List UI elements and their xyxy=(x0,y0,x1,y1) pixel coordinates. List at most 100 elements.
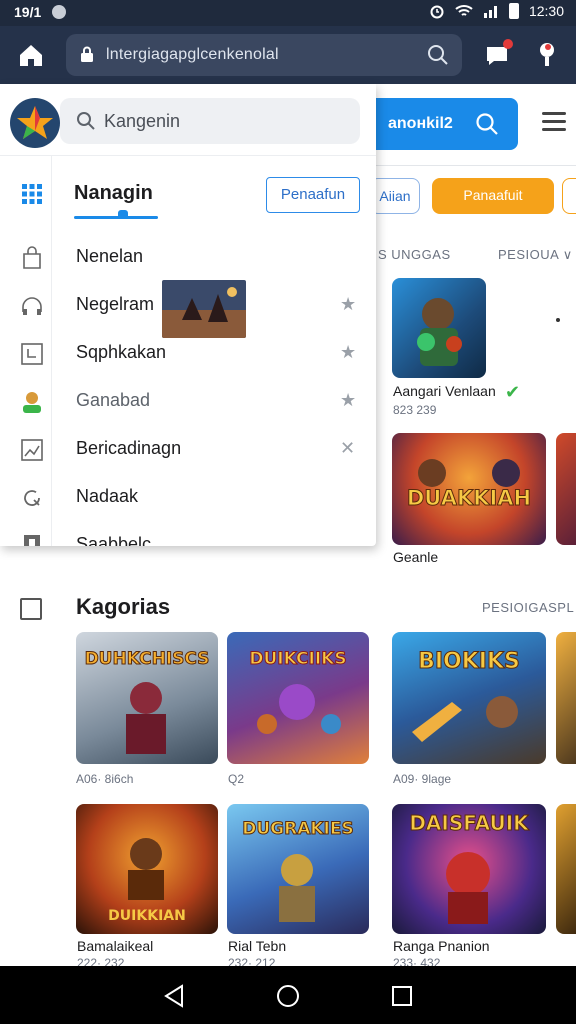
section-label: S UNGGAS xyxy=(378,247,451,262)
menu-item-label: Negelram xyxy=(76,294,155,314)
menu-item-label: Ganabad xyxy=(76,390,151,410)
game-card[interactable]: DUIKCIIKS xyxy=(227,632,369,764)
app-logo[interactable] xyxy=(10,98,60,148)
home-circle-icon[interactable] xyxy=(274,982,302,1010)
alert-icon[interactable] xyxy=(536,40,558,70)
menu-item[interactable]: Ganabad ★ xyxy=(54,378,374,424)
battery-icon xyxy=(508,3,519,19)
more-menu-icon[interactable] xyxy=(556,318,560,322)
game-meta: A09· 9lage xyxy=(393,772,452,786)
headphones-icon[interactable] xyxy=(20,294,44,318)
game-logo-text: DUAKKIAH xyxy=(407,486,531,510)
game-title: Ranga Pnanion xyxy=(393,938,490,954)
game-art: DUIKKIAN xyxy=(108,838,186,924)
game-logo-text: DAISFAUIK xyxy=(409,811,530,835)
menu-title: Nanagin xyxy=(74,182,153,204)
game-logo-text: DUHKCHISCS xyxy=(85,649,210,669)
game-card[interactable]: DUIKKIAN xyxy=(76,804,218,934)
menu-action-button[interactable]: Penaafun xyxy=(266,177,360,213)
lock-icon xyxy=(81,46,93,62)
signal-icon xyxy=(483,6,497,18)
game-art xyxy=(417,298,462,366)
star-icon[interactable]: ★ xyxy=(340,390,356,411)
menu-item[interactable]: Sqphkakan ★ xyxy=(54,330,374,376)
notification-badge xyxy=(503,39,513,49)
star-icon[interactable]: ★ xyxy=(340,342,356,363)
status-time-right: 12:30 xyxy=(528,3,564,19)
avatar-icon[interactable] xyxy=(20,390,44,414)
gallery-icon[interactable] xyxy=(20,438,44,462)
back-icon[interactable] xyxy=(160,982,188,1010)
frame-icon[interactable] xyxy=(20,342,44,366)
check-icon: ✔ xyxy=(505,382,521,402)
game-title: Geanle xyxy=(393,549,439,565)
game-logo-text: DUIKKIAN xyxy=(108,908,186,924)
alarm-icon xyxy=(430,5,444,19)
game-art: DAISFAUIK xyxy=(409,811,531,924)
menu-item[interactable]: Nenelan xyxy=(54,234,374,280)
game-card-partial[interactable] xyxy=(556,804,576,934)
game-card-partial[interactable] xyxy=(556,433,576,545)
navigation-drawer: Kangenin Nanagin Penaafun Nenelan Negelr… xyxy=(0,84,376,546)
game-card[interactable]: DUHKCHISCS xyxy=(76,632,218,764)
game-card[interactable] xyxy=(392,278,486,378)
search-icon[interactable] xyxy=(426,43,450,67)
shield-icon[interactable] xyxy=(20,532,44,546)
home-icon[interactable] xyxy=(16,40,46,70)
game-card-partial[interactable] xyxy=(556,632,576,764)
menu-item[interactable]: Saabbelc xyxy=(54,522,374,546)
menu-item-label: Bericadinagn xyxy=(76,438,182,458)
wifi-icon xyxy=(455,5,473,16)
drawer-search-field[interactable]: Kangenin xyxy=(60,98,360,144)
game-logo-text: DUIKCIIKS xyxy=(249,649,346,669)
section-label: PESIOIGASPL xyxy=(482,600,575,615)
close-icon[interactable]: ✕ xyxy=(340,438,355,459)
game-card[interactable]: DUAKKIAH xyxy=(392,433,546,545)
app-search-label: anoнkil2 xyxy=(388,115,453,132)
drawer-search-placeholder: Kangenin xyxy=(104,111,181,131)
game-art: DUIKCIIKS xyxy=(249,649,347,734)
drawer-header: Kangenin xyxy=(0,84,376,156)
star-icon[interactable]: ★ xyxy=(340,294,356,315)
game-art: DUAKKIAH xyxy=(406,459,532,511)
game-title: Bamalaikeal xyxy=(77,938,154,954)
status-dot-icon xyxy=(52,5,66,19)
menu-item-label: Saabbelc xyxy=(76,534,152,546)
address-bar[interactable]: lntergiagapglcenkenolal xyxy=(66,34,462,76)
notification-button[interactable] xyxy=(484,39,513,68)
status-time-left: 19/1 xyxy=(14,4,42,20)
game-art: DUGRAKIES xyxy=(242,819,354,922)
game-card[interactable]: BIOKIKS xyxy=(392,632,546,764)
bag-icon[interactable] xyxy=(20,246,44,270)
game-card[interactable]: DUGRAKIES xyxy=(227,804,369,934)
status-icons: 12:30 xyxy=(429,3,564,19)
icon-rail xyxy=(0,156,52,546)
game-logo-text: BIOKIKS xyxy=(418,649,520,674)
filter-chip-active[interactable]: Panaafuit xyxy=(432,178,554,214)
grid-icon[interactable] xyxy=(20,182,44,206)
search-icon xyxy=(476,113,498,135)
recents-icon[interactable] xyxy=(388,982,416,1010)
star-logo-icon xyxy=(17,106,53,139)
app-search-button[interactable]: anoнkil2 xyxy=(376,98,518,150)
hamburger-icon[interactable] xyxy=(542,112,566,132)
category-icon xyxy=(20,598,42,620)
game-meta: Q2 xyxy=(228,772,245,786)
game-meta: A06· 8i6ch xyxy=(76,772,134,786)
status-bar: 19/1 12:30 xyxy=(0,0,576,26)
game-logo-text: DUGRAKIES xyxy=(242,819,353,839)
menu-item-label: Nadaak xyxy=(76,486,139,506)
menu-title-indicator xyxy=(118,210,128,216)
filter-chip-edge[interactable] xyxy=(562,178,576,214)
filter-chip-outline[interactable]: Aiian xyxy=(370,178,420,214)
game-title: Aangari Venlaan xyxy=(393,383,496,399)
menu-item[interactable]: Bericadinagn ✕ xyxy=(54,426,374,472)
game-card[interactable]: DAISFAUIK xyxy=(392,804,546,934)
game-art: BIOKIKS xyxy=(412,649,520,742)
menu-item-label: Sqphkakan xyxy=(76,342,167,362)
section-sort-dropdown[interactable]: PESIOUA ∨ xyxy=(498,247,573,263)
game-meta: 823 239 xyxy=(393,403,437,417)
menu-item[interactable]: Nadaak xyxy=(54,474,374,520)
address-text: lntergiagapglcenkenolal xyxy=(106,46,279,63)
refresh-icon[interactable] xyxy=(20,486,44,510)
